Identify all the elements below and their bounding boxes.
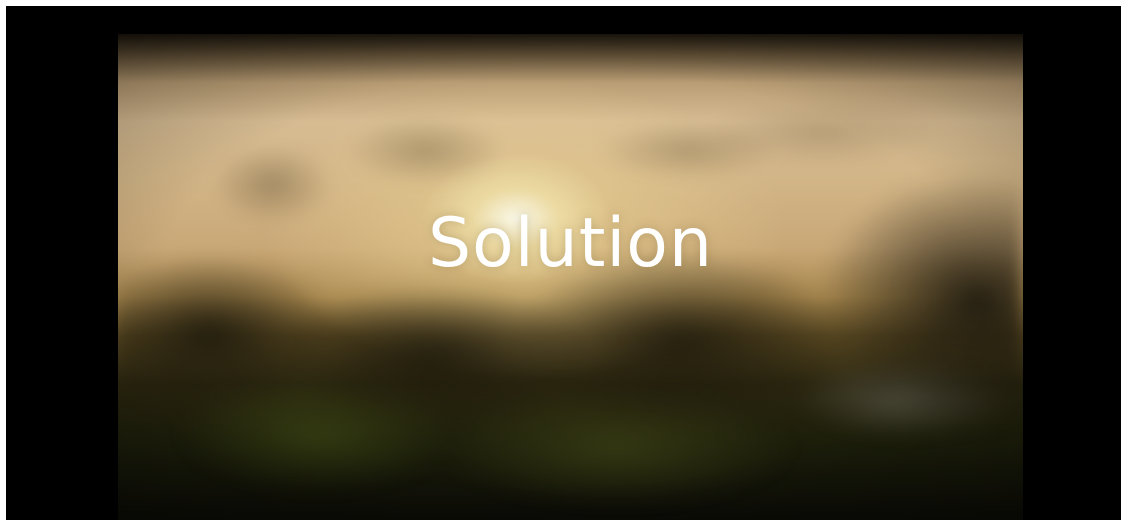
blurred-sunset-photo: Solution (118, 34, 1023, 520)
slide-title: Solution (427, 204, 713, 283)
video-frame: Solution (6, 6, 1121, 520)
